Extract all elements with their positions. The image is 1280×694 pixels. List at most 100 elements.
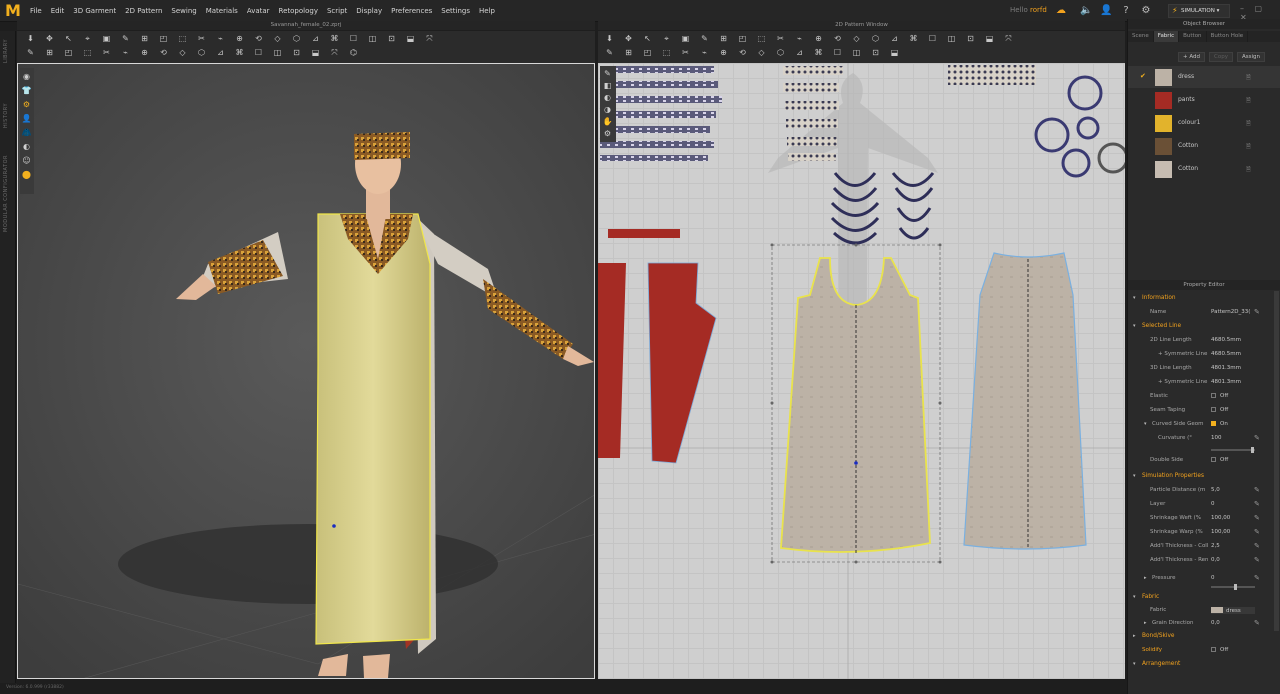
menu-materials[interactable]: Materials [206,7,238,15]
property-value[interactable]: 0,0 [1211,620,1220,626]
toolbar3d-tool-1-4-icon[interactable]: ✂ [101,48,112,58]
toolbar2d-tool-0-14-icon[interactable]: ⬡ [870,34,881,44]
toolbar2d-tool-1-6-icon[interactable]: ⊕ [718,48,729,58]
add-fabric-button[interactable]: + Add [1178,52,1206,62]
collapse-arrow-icon[interactable]: ▾ [1133,661,1136,667]
property-value-field[interactable]: On [1211,421,1228,427]
toolbar2d-tool-1-15-icon[interactable]: ⬓ [889,48,900,58]
toolbar2d-tool-0-11-icon[interactable]: ⊕ [813,34,824,44]
toolbar3d-tool-1-7-icon[interactable]: ⟲ [158,48,169,58]
property-value-field[interactable]: 0,0 [1211,620,1220,626]
fabric-list-item[interactable]: Cotton 🗎 [1128,158,1280,180]
cloud-icon[interactable]: ☁ [1055,5,1067,17]
property-value[interactable]: 0,0 [1211,557,1220,563]
fabric-list-item[interactable]: Cotton 🗎 [1128,135,1280,157]
menu-preferences[interactable]: Preferences [391,7,432,15]
side-tab-modular-configurator[interactable]: MODULAR CONFIGURATOR [3,155,9,232]
property-value-field[interactable]: Off [1211,407,1228,413]
window-controls[interactable]: – ▢ ✕ [1240,4,1276,22]
side-tab-library[interactable]: LIBRARY [3,39,9,63]
property-value-field[interactable]: 100,00 [1211,529,1230,535]
garment-icon[interactable]: ⚙ [1140,5,1152,17]
toolbar3d-tool-0-19-icon[interactable]: ⊡ [386,34,397,44]
toolbar2d-tool-0-4-icon[interactable]: ▣ [680,34,691,44]
tab-button[interactable]: Button [1179,31,1207,42]
viewport-3d[interactable] [17,63,595,679]
toolbar2d-tool-0-15-icon[interactable]: ⊿ [889,34,900,44]
toolbar3d-tool-1-3-icon[interactable]: ⬚ [82,48,93,58]
toolbar3d-tool-0-9-icon[interactable]: ✂ [196,34,207,44]
property-value[interactable]: 0 [1211,575,1215,581]
fabric-info-icon[interactable]: 🗎 [1246,96,1251,106]
toolbar3d-tool-1-12-icon[interactable]: ☐ [253,48,264,58]
menu-avatar[interactable]: Avatar [247,7,270,15]
viewport2d-side-tool-5-icon[interactable]: ⚙ [602,129,613,139]
property-value-field[interactable]: 4801.3mm [1211,365,1241,371]
menu-2d-pattern[interactable]: 2D Pattern [125,7,162,15]
section-information[interactable]: ▾ Information [1128,291,1280,305]
menu-edit[interactable]: Edit [51,7,65,15]
menu-help[interactable]: Help [479,7,495,15]
property-value-field[interactable]: Pattern2D_33( [1211,309,1250,315]
toolbar2d-tool-0-3-icon[interactable]: ⌖ [661,34,672,44]
toolbar2d-tool-0-8-icon[interactable]: ⬚ [756,34,767,44]
property-value[interactable]: 0 [1211,501,1215,507]
property-value[interactable]: 100,00 [1211,515,1230,521]
viewport2d-side-tool-1-icon[interactable]: ◧ [602,81,613,91]
toolbar3d-tool-0-10-icon[interactable]: ⌁ [215,34,226,44]
edit-pencil-icon[interactable]: ✎ [1254,514,1260,522]
toolbar3d-tool-1-9-icon[interactable]: ⬡ [196,48,207,58]
toolbar3d-tool-0-11-icon[interactable]: ⊕ [234,34,245,44]
volume-icon[interactable]: 🔈 [1080,5,1092,17]
property-value[interactable]: Off [1220,647,1228,653]
checkbox[interactable] [1211,407,1216,412]
property-value-field[interactable]: 100 [1211,435,1222,441]
edit-pencil-icon[interactable]: ✎ [1254,486,1260,494]
avatar-scene[interactable] [18,64,595,679]
side-tab-history[interactable]: HISTORY [3,103,9,128]
tab-fabric[interactable]: Fabric [1153,31,1180,42]
toolbar3d-tool-1-6-icon[interactable]: ⊕ [139,48,150,58]
edit-pencil-icon[interactable]: ✎ [1254,308,1260,316]
toolbar2d-tool-1-4-icon[interactable]: ✂ [680,48,691,58]
toolbar3d-tool-1-13-icon[interactable]: ◫ [272,48,283,58]
section-arrangement[interactable]: ▾ Arrangement [1128,657,1280,671]
fabric-list-item[interactable]: colour1 🗎 [1128,112,1280,134]
fabric-list-item[interactable]: ✔ dress 🗎 [1128,66,1280,88]
edit-pencil-icon[interactable]: ✎ [1254,556,1260,564]
toolbar3d-tool-0-20-icon[interactable]: ⬓ [405,34,416,44]
toolbar2d-tool-0-20-icon[interactable]: ⬓ [984,34,995,44]
expand-arrow-icon[interactable]: ▸ [1144,620,1147,626]
viewport3d-side-tool-2-icon[interactable]: ⚙ [21,100,32,110]
property-value[interactable]: Off [1220,407,1228,413]
collapse-arrow-icon[interactable]: ▾ [1133,594,1136,600]
property-value-field[interactable]: 4801.3mm [1211,379,1241,385]
toolbar3d-tool-0-21-icon[interactable]: ⤧ [424,34,435,44]
property-value[interactable]: 100 [1211,435,1222,441]
toolbar3d-tool-1-14-icon[interactable]: ⊡ [291,48,302,58]
property-value[interactable]: Off [1220,393,1228,399]
toolbar2d-tool-0-7-icon[interactable]: ◰ [737,34,748,44]
toolbar2d-tool-1-9-icon[interactable]: ⬡ [775,48,786,58]
property-value[interactable]: 4801.3mm [1211,379,1241,385]
property-value-field[interactable]: 5,0 [1211,487,1220,493]
viewport3d-side-tool-5-icon[interactable]: ◐ [21,142,32,152]
viewport2d-side-tool-2-icon[interactable]: ◐ [602,93,613,103]
user-greeting[interactable]: Hello rorfd [1010,6,1047,14]
property-value-field[interactable]: Off [1211,457,1228,463]
toolbar3d-tool-1-17-icon[interactable]: ⌬ [348,48,359,58]
property-value[interactable]: 100,00 [1211,529,1230,535]
toolbar2d-tool-1-1-icon[interactable]: ⊞ [623,48,634,58]
toolbar2d-tool-1-14-icon[interactable]: ⊡ [870,48,881,58]
toolbar3d-tool-1-11-icon[interactable]: ⌘ [234,48,245,58]
property-value-field[interactable]: 100,00 [1211,515,1230,521]
toolbar3d-tool-0-15-icon[interactable]: ⊿ [310,34,321,44]
toolbar2d-tool-0-6-icon[interactable]: ⊞ [718,34,729,44]
toolbar3d-tool-0-0-icon[interactable]: ⬇ [25,34,36,44]
toolbar2d-tool-0-21-icon[interactable]: ⤧ [1003,34,1014,44]
toolbar2d-tool-1-13-icon[interactable]: ◫ [851,48,862,58]
toolbar3d-tool-1-8-icon[interactable]: ◇ [177,48,188,58]
viewport3d-side-tool-7-icon[interactable]: ⬤ [21,170,32,180]
toolbar3d-tool-0-16-icon[interactable]: ⌘ [329,34,340,44]
section-bond-skive[interactable]: ▸ Bond/Skive [1128,629,1280,643]
